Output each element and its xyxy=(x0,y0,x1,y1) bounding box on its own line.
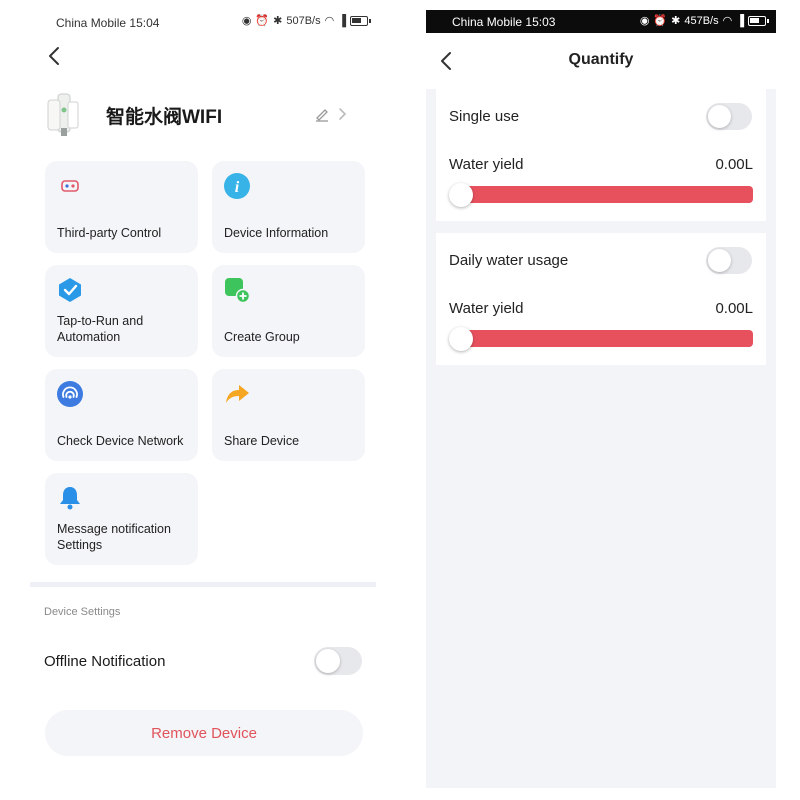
automation-check-icon xyxy=(59,278,81,302)
create-group-card[interactable]: Create Group xyxy=(212,265,365,357)
card-label: Create Group xyxy=(224,330,300,344)
status-carrier: China Mobile xyxy=(452,14,523,29)
chevron-left-icon xyxy=(49,47,59,65)
network-speed: 457B/s xyxy=(684,15,719,27)
offline-notification-label: Offline Notification xyxy=(44,652,166,670)
eye-icon: ◉ xyxy=(241,15,252,27)
third-party-control-icon xyxy=(61,180,79,192)
slider-thumb[interactable] xyxy=(449,183,473,207)
eye-icon: ◉ xyxy=(639,15,650,27)
section-title: Device Settings xyxy=(44,606,121,618)
card-label: Device Information xyxy=(224,226,329,240)
device-name: 智能水阀WIFI xyxy=(106,106,223,128)
single-use-toggle[interactable] xyxy=(706,103,752,130)
card-label: Tap-to-Run and Automation xyxy=(57,314,144,344)
single-use-label: Single use xyxy=(449,107,520,125)
chevron-right-icon[interactable] xyxy=(336,106,348,122)
share-arrow-icon xyxy=(226,385,249,403)
signal-icon: ▐ xyxy=(736,15,744,27)
daily-water-usage-label: Daily water usage xyxy=(449,251,569,269)
bluetooth-icon: ✱ xyxy=(273,15,283,27)
water-yield-value: 0.00L xyxy=(715,299,753,317)
offline-notification-row: Offline Notification xyxy=(44,643,362,679)
offline-notification-toggle[interactable] xyxy=(314,647,362,675)
status-carrier: China Mobile xyxy=(56,16,127,30)
card-label: Third-party Control xyxy=(57,226,162,240)
battery-icon xyxy=(748,16,769,26)
quantify-screen: China Mobile 15:03 ◉ ⏰ ✱ 457B/s ◠ ▐ Quan… xyxy=(426,10,776,788)
tap-to-run-card[interactable]: Tap-to-Run and Automation xyxy=(45,265,198,357)
toggle-knob xyxy=(708,249,731,272)
toggle-knob xyxy=(316,649,340,673)
water-yield-slider[interactable] xyxy=(449,183,753,207)
device-image xyxy=(44,92,84,138)
message-notification-card[interactable]: Message notification Settings xyxy=(45,473,198,565)
status-icons: ◉ ⏰ ✱ 507B/s ◠ ▐ xyxy=(241,15,371,27)
device-information-card[interactable]: i Device Information xyxy=(212,161,365,253)
battery-icon xyxy=(350,16,371,26)
water-yield-label: Water yield xyxy=(449,155,524,173)
network-icon xyxy=(57,381,83,407)
svg-text:i: i xyxy=(235,179,240,196)
nav-bar: Quantify xyxy=(426,33,776,89)
bell-icon xyxy=(60,487,80,510)
card-label: Share Device xyxy=(224,434,300,448)
daily-water-usage-toggle[interactable] xyxy=(706,247,752,274)
daily-water-usage-panel: Daily water usage Water yield 0.00L xyxy=(436,233,766,365)
remove-device-button[interactable]: Remove Device xyxy=(45,710,363,756)
edit-pencil-icon[interactable] xyxy=(314,106,330,122)
status-time: 15:04 xyxy=(129,16,160,30)
alarm-icon: ⏰ xyxy=(653,15,668,27)
water-yield-label: Water yield xyxy=(449,299,524,317)
status-bar: China Mobile 15:03 ◉ ⏰ ✱ 457B/s ◠ ▐ xyxy=(426,10,776,33)
water-yield-value: 0.00L xyxy=(715,155,753,173)
wifi-icon: ◠ xyxy=(722,15,733,27)
status-icons: ◉ ⏰ ✱ 457B/s ◠ ▐ xyxy=(639,15,769,27)
slider-track xyxy=(457,186,753,203)
info-icon: i xyxy=(224,173,250,199)
check-device-network-card[interactable]: Check Device Network xyxy=(45,369,198,461)
water-valve-icon xyxy=(47,93,79,136)
third-party-control-card[interactable]: Third-party Control xyxy=(45,161,198,253)
screenshot-stage: China Mobile 15:04 ◉ ⏰ ✱ 507B/s ◠ ▐ 智能水阀… xyxy=(0,0,800,800)
card-label: Check Device Network xyxy=(57,434,184,448)
card-label: Message notification Settings xyxy=(57,522,171,552)
water-yield-slider[interactable] xyxy=(449,327,753,351)
share-device-card[interactable]: Share Device xyxy=(212,369,365,461)
status-time: 15:03 xyxy=(525,14,556,29)
signal-icon: ▐ xyxy=(338,15,346,27)
alarm-icon: ⏰ xyxy=(255,15,270,27)
device-header[interactable]: 智能水阀WIFI xyxy=(44,92,364,138)
device-settings-screen: China Mobile 15:04 ◉ ⏰ ✱ 507B/s ◠ ▐ 智能水阀… xyxy=(30,0,378,800)
create-group-icon xyxy=(225,278,250,303)
wifi-icon: ◠ xyxy=(324,15,335,27)
status-bar: China Mobile 15:04 ◉ ⏰ ✱ 507B/s ◠ ▐ xyxy=(30,12,378,34)
slider-track xyxy=(457,330,753,347)
network-speed: 507B/s xyxy=(286,15,321,27)
page-title: Quantify xyxy=(568,51,634,68)
slider-thumb[interactable] xyxy=(449,327,473,351)
toggle-knob xyxy=(708,105,731,128)
bluetooth-icon: ✱ xyxy=(671,15,681,27)
back-button[interactable] xyxy=(44,45,64,67)
water-yield-row: Water yield 0.00L xyxy=(449,294,753,322)
water-yield-row: Water yield 0.00L xyxy=(449,150,753,178)
single-use-panel: Single use Water yield 0.00L xyxy=(436,89,766,221)
section-divider xyxy=(30,582,376,587)
